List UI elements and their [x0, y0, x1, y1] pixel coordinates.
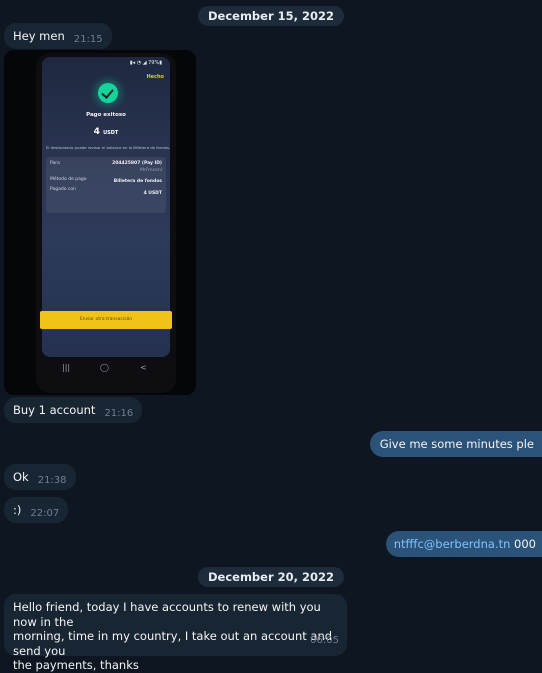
- home-icon: ◯: [100, 363, 109, 372]
- detail-value: Billetera de fondos: [113, 179, 162, 184]
- android-nav-bar: ||| ◯ <: [42, 359, 170, 381]
- photo-message[interactable]: ▮◂ ◔ ◢ 79%▮ Hecho Pago exitoso 4 USDT El…: [4, 50, 196, 395]
- detail-label: Para: [50, 161, 60, 166]
- date-separator: December 20, 2022: [197, 567, 345, 587]
- email-link[interactable]: ntfffc@berberdna.tn: [394, 537, 511, 551]
- message-time: 21:38: [37, 475, 67, 486]
- message-time: 21:15: [73, 34, 103, 45]
- message-text: 000: [514, 537, 536, 551]
- done-label: Hecho: [146, 74, 164, 80]
- send-another-button: Enviar otra transacción: [40, 311, 172, 329]
- outgoing-message[interactable]: Give me some minutes ple: [369, 431, 542, 457]
- payment-amount: 4 USDT: [93, 127, 119, 137]
- payment-title: Pago exitoso: [86, 112, 126, 118]
- message-time: 21:16: [104, 408, 134, 419]
- message-text: Give me some minutes ple: [379, 437, 534, 451]
- check-icon: [98, 83, 118, 103]
- message-line: morning, time in my country, I take out …: [13, 629, 333, 658]
- detail-label: Pagado con: [50, 187, 77, 192]
- detail-value: 204425807 (Pay ID): [112, 161, 162, 166]
- phone-image: ▮◂ ◔ ◢ 79%▮ Hecho Pago exitoso 4 USDT El…: [36, 53, 176, 393]
- payment-description: El destinatario puede revisar el balance…: [46, 145, 171, 150]
- message-text: :): [13, 503, 22, 517]
- message-text: Buy 1 account: [13, 403, 96, 417]
- outgoing-message[interactable]: ntfffc@berberdna.tn 000: [385, 531, 542, 557]
- date-separator: December 15, 2022: [197, 6, 345, 26]
- detail-sub: MrFrnconI: [139, 168, 162, 173]
- incoming-message[interactable]: :) 22:07: [4, 497, 69, 523]
- detail-value: 4 USDT: [143, 191, 162, 196]
- message-text: Hey men: [13, 29, 65, 43]
- message-line: the payments, thanks: [13, 658, 139, 672]
- status-bar: ▮◂ ◔ ◢ 79%▮: [129, 60, 162, 66]
- incoming-message[interactable]: Hello friend, today I have accounts to r…: [4, 594, 347, 672]
- payment-screen: ▮◂ ◔ ◢ 79%▮ Hecho Pago exitoso 4 USDT El…: [40, 57, 172, 357]
- payment-details: Para 204425807 (Pay ID) MrFrnconI Método…: [46, 157, 166, 213]
- message-time: 22:07: [30, 508, 60, 519]
- incoming-message[interactable]: Buy 1 account 21:16: [4, 397, 143, 423]
- message-line: Hello friend, today I have accounts to r…: [13, 600, 321, 629]
- back-icon: <: [140, 363, 147, 372]
- incoming-message[interactable]: Ok 21:38: [4, 464, 76, 490]
- recents-icon: |||: [62, 363, 71, 372]
- message-text: Ok: [13, 470, 29, 484]
- detail-label: Método de pago: [50, 177, 87, 182]
- incoming-message[interactable]: Hey men 21:15: [4, 23, 112, 49]
- message-time: 06:05: [310, 635, 339, 646]
